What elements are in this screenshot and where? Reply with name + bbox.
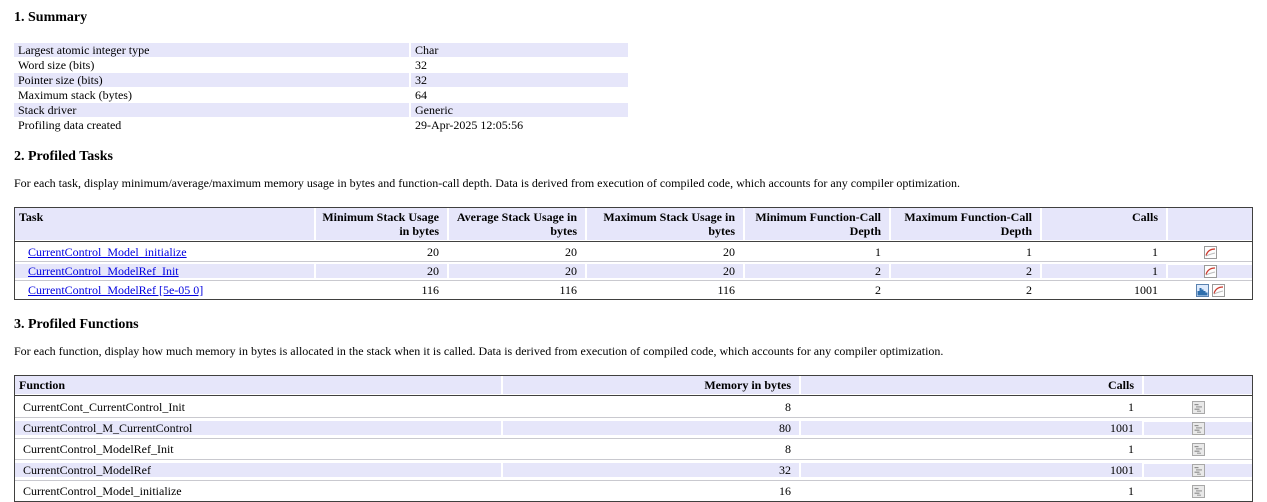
summary-table: Largest atomic integer type Char Word si… (14, 43, 628, 132)
line-plot-icon[interactable] (1212, 284, 1225, 297)
table-row: Stack driver Generic (14, 103, 628, 117)
summary-value: 64 (411, 88, 628, 102)
table-row: CurrentControl_Model_initialize 20 20 20… (15, 243, 1252, 261)
profiled-functions-description: For each function, display how much memo… (14, 344, 1253, 359)
column-header-max-depth: Maximum Function-Call Depth (891, 208, 1040, 240)
memory-value: 8 (503, 400, 799, 414)
column-header-min-stack: Minimum Stack Usage in bytes (316, 208, 447, 240)
calls-value: 1 (1042, 264, 1166, 278)
table-header-row: Task Minimum Stack Usage in bytes Averag… (15, 208, 1252, 240)
summary-label: Profiling data created (14, 118, 409, 132)
memory-value: 32 (503, 463, 799, 477)
table-row: CurrentControl_ModelRef_Init 8 1 (15, 438, 1252, 459)
task-link-cell: CurrentControl_Model_initialize (15, 245, 314, 259)
task-link[interactable]: CurrentControl_Model_initialize (28, 245, 187, 259)
column-header-task: Task (15, 208, 314, 240)
summary-label: Pointer size (bits) (14, 73, 409, 87)
max-stack-value: 20 (587, 264, 743, 278)
details-icon (1192, 401, 1205, 414)
function-name: CurrentControl_Model_initialize (15, 484, 501, 498)
summary-label: Maximum stack (bytes) (14, 88, 409, 102)
calls-value: 1 (801, 442, 1142, 456)
summary-value: 32 (411, 58, 628, 72)
profiled-functions-heading: 3. Profiled Functions (14, 317, 1253, 333)
max-depth-value: 2 (891, 264, 1040, 278)
details-icon (1192, 464, 1205, 477)
max-stack-value: 20 (587, 245, 743, 259)
table-row: Maximum stack (bytes) 64 (14, 88, 628, 102)
max-stack-value: 116 (587, 283, 743, 297)
header-divider (15, 395, 1252, 396)
function-name: CurrentControl_M_CurrentControl (15, 421, 501, 435)
min-depth-value: 1 (745, 245, 889, 259)
calls-value: 1 (801, 484, 1142, 498)
table-row: CurrentControl_ModelRef [5e-05 0] 116 11… (15, 280, 1252, 299)
min-stack-value: 20 (316, 245, 447, 259)
function-name: CurrentControl_ModelRef (15, 463, 501, 477)
summary-value: 29-Apr-2025 12:05:56 (411, 118, 628, 132)
summary-value: Char (411, 43, 628, 57)
summary-value: Generic (411, 103, 628, 117)
table-row: Word size (bits) 32 (14, 58, 628, 72)
histogram-icon[interactable] (1196, 284, 1209, 297)
column-header-function: Function (15, 376, 501, 394)
details-icon (1192, 422, 1205, 435)
calls-value: 1001 (801, 463, 1142, 477)
min-stack-value: 20 (316, 264, 447, 278)
column-header-min-depth: Minimum Function-Call Depth (745, 208, 889, 240)
column-header-charts (1168, 208, 1252, 240)
calls-value: 1001 (801, 421, 1142, 435)
avg-stack-value: 20 (449, 245, 585, 259)
memory-value: 16 (503, 484, 799, 498)
table-header-row: Function Memory in bytes Calls (15, 376, 1252, 394)
column-header-details (1144, 376, 1252, 394)
summary-label: Word size (bits) (14, 58, 409, 72)
table-row: CurrentControl_ModelRef_Init 20 20 20 2 … (15, 261, 1252, 280)
column-header-avg-stack: Average Stack Usage in bytes (449, 208, 585, 240)
task-link-cell: CurrentControl_ModelRef_Init (15, 264, 314, 278)
calls-value: 1 (801, 400, 1142, 414)
max-depth-value: 1 (891, 245, 1040, 259)
profiled-tasks-description: For each task, display minimum/average/m… (14, 176, 1253, 191)
min-stack-value: 116 (316, 283, 447, 297)
table-row: Profiling data created 29-Apr-2025 12:05… (14, 118, 628, 132)
profiled-tasks-heading: 2. Profiled Tasks (14, 149, 1253, 165)
table-row: CurrentControl_Model_initialize 16 1 (15, 480, 1252, 501)
calls-value: 1001 (1042, 283, 1166, 297)
line-plot-icon[interactable] (1204, 265, 1217, 278)
function-name: CurrentControl_ModelRef_Init (15, 442, 501, 456)
column-header-calls: Calls (1042, 208, 1166, 240)
avg-stack-value: 116 (449, 283, 585, 297)
table-row: CurrentCont_CurrentControl_Init 8 1 (15, 397, 1252, 417)
column-header-calls: Calls (801, 376, 1142, 394)
min-depth-value: 2 (745, 283, 889, 297)
table-row: CurrentControl_ModelRef 32 1001 (15, 459, 1252, 480)
summary-label: Stack driver (14, 103, 409, 117)
profiled-functions-table: Function Memory in bytes Calls CurrentCo… (14, 375, 1253, 502)
line-plot-icon[interactable] (1204, 246, 1217, 259)
profiled-tasks-table: Task Minimum Stack Usage in bytes Averag… (14, 207, 1253, 300)
memory-value: 80 (503, 421, 799, 435)
max-depth-value: 2 (891, 283, 1040, 297)
column-header-memory: Memory in bytes (503, 376, 799, 394)
header-divider (15, 241, 1252, 242)
details-icon (1192, 443, 1205, 456)
summary-value: 32 (411, 73, 628, 87)
task-link[interactable]: CurrentControl_ModelRef [5e-05 0] (28, 283, 203, 297)
summary-label: Largest atomic integer type (14, 43, 409, 57)
summary-heading: 1. Summary (14, 10, 1253, 26)
column-header-max-stack: Maximum Stack Usage in bytes (587, 208, 743, 240)
avg-stack-value: 20 (449, 264, 585, 278)
table-row: Largest atomic integer type Char (14, 43, 628, 57)
memory-value: 8 (503, 442, 799, 456)
min-depth-value: 2 (745, 264, 889, 278)
table-row: Pointer size (bits) 32 (14, 73, 628, 87)
function-name: CurrentCont_CurrentControl_Init (15, 400, 501, 414)
task-link-cell: CurrentControl_ModelRef [5e-05 0] (15, 283, 314, 297)
task-link[interactable]: CurrentControl_ModelRef_Init (28, 264, 179, 278)
calls-value: 1 (1042, 245, 1166, 259)
details-icon (1192, 485, 1205, 498)
table-row: CurrentControl_M_CurrentControl 80 1001 (15, 417, 1252, 438)
